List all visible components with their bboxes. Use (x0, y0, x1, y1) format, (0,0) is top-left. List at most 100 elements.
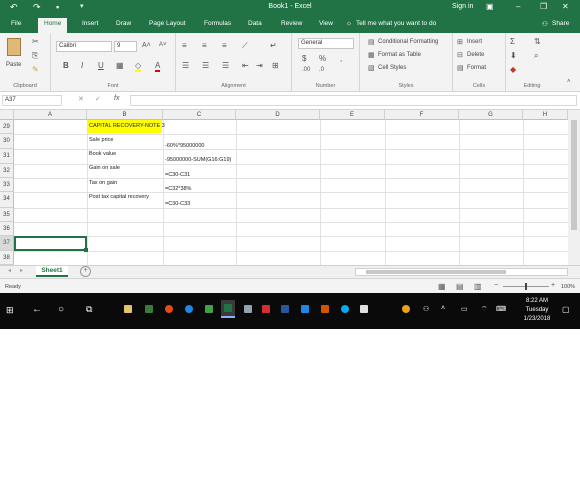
column-header-c[interactable]: C (163, 110, 236, 120)
keyboard-icon[interactable]: ⌨ (496, 305, 506, 313)
autosum-icon[interactable]: Σ (510, 37, 515, 46)
zoom-in-icon[interactable]: + (551, 282, 555, 289)
horizontal-scroll-thumb[interactable] (366, 270, 506, 274)
row-header-36[interactable]: 36 (0, 222, 14, 236)
align-right-icon[interactable]: ☰ (222, 61, 229, 70)
cortana-circle-icon[interactable]: ○ (58, 304, 64, 315)
name-box[interactable]: A37 (2, 95, 62, 106)
column-header-h[interactable]: H (523, 110, 568, 120)
row-header-35[interactable]: 35 (0, 208, 14, 222)
column-header-d[interactable]: D (236, 110, 320, 120)
row-header-37[interactable]: 37 (0, 236, 14, 251)
tab-view[interactable]: View (319, 20, 333, 27)
comma-icon[interactable]: , (340, 54, 342, 63)
currency-icon[interactable]: $ (302, 54, 306, 63)
zoom-slider-handle[interactable] (525, 283, 527, 290)
cancel-entry-icon[interactable]: ✕ (78, 95, 84, 103)
excel-taskbar-active[interactable] (221, 300, 235, 318)
cell-c33[interactable]: =C32*38% (165, 186, 191, 192)
outdent-icon[interactable]: ⇥ (256, 61, 263, 70)
bold-icon[interactable]: B (63, 61, 69, 70)
zoom-out-icon[interactable]: − (494, 282, 498, 289)
sheet-tab-sheet1[interactable]: Sheet1 (36, 266, 68, 277)
network-people-icon[interactable]: ⚇ (423, 305, 429, 313)
align-left-icon[interactable]: ☰ (182, 61, 189, 70)
fill-color-icon[interactable]: ◇ (135, 61, 142, 72)
tell-me-input[interactable]: Tell me what you want to do (356, 20, 436, 27)
copy-icon[interactable]: ⎘ (32, 51, 38, 61)
vertical-scroll-thumb[interactable] (571, 120, 577, 230)
borders-icon[interactable]: ▦ (116, 61, 124, 70)
merge-center-icon[interactable]: ⊞ (272, 61, 279, 70)
scroll-left-icon[interactable]: ◂ (8, 267, 11, 274)
grow-font-icon[interactable]: A˄ (142, 42, 151, 49)
app-icon[interactable] (244, 305, 252, 313)
format-cells-button[interactable]: Format (467, 65, 486, 71)
row-header-31[interactable]: 31 (0, 149, 14, 164)
cell-c30[interactable]: -60%*95000000 (165, 143, 204, 149)
sign-in-link[interactable]: Sign in (452, 3, 473, 10)
insert-cells-button[interactable]: Insert (467, 39, 482, 45)
task-view-icon[interactable]: ⧉ (86, 304, 92, 315)
column-header-a[interactable]: A (14, 110, 87, 120)
cell-c34[interactable]: =C30-C33 (165, 201, 190, 207)
maximize-icon[interactable]: ❐ (540, 2, 547, 11)
wrap-text-icon[interactable]: ↵ (270, 41, 277, 50)
start-windows-icon[interactable]: ⊞ (6, 305, 14, 316)
align-middle-icon[interactable]: ≡ (202, 41, 207, 50)
font-size-select[interactable]: 9 (114, 41, 137, 52)
zoom-level[interactable]: 100% (561, 284, 575, 290)
ribbon-display-icon[interactable]: ▣ (486, 2, 494, 11)
paste-icon[interactable] (7, 38, 21, 56)
tab-insert[interactable]: Insert (82, 20, 98, 27)
clock-time[interactable]: 8:22 AM (517, 298, 557, 304)
insert-function-icon[interactable]: fx (114, 95, 119, 102)
tab-formulas[interactable]: Formulas (204, 20, 231, 27)
align-top-icon[interactable]: ≡ (182, 41, 187, 50)
tab-file[interactable]: File (11, 20, 21, 27)
tab-home[interactable]: Home (38, 18, 68, 33)
find-select-icon[interactable]: ⌕ (534, 51, 538, 61)
align-bottom-icon[interactable]: ≡ (222, 41, 227, 50)
pdf-icon[interactable] (262, 305, 270, 313)
horizontal-scrollbar[interactable] (355, 268, 568, 276)
cut-icon[interactable]: ✂ (32, 37, 39, 46)
column-header-e[interactable]: E (320, 110, 385, 120)
row-header-29[interactable]: 29 (0, 120, 14, 134)
word-icon[interactable] (281, 305, 289, 313)
increase-decimal-icon[interactable]: .00 (302, 67, 310, 73)
people-icon[interactable] (402, 305, 410, 313)
shrink-font-icon[interactable]: A˅ (159, 42, 167, 48)
row-header-32[interactable]: 32 (0, 164, 14, 178)
column-header-g[interactable]: G (459, 110, 523, 120)
fill-handle[interactable] (84, 248, 88, 252)
row-header-33[interactable]: 33 (0, 178, 14, 192)
skype-icon[interactable] (341, 305, 349, 313)
selected-cell-a37[interactable] (14, 236, 87, 251)
share-button[interactable]: Share (552, 20, 569, 27)
column-header-b[interactable]: B (87, 110, 163, 120)
column-header-f[interactable]: F (385, 110, 459, 120)
clock-date[interactable]: 1/23/2018 (517, 316, 557, 322)
page-layout-view-icon[interactable]: ▤ (456, 282, 464, 291)
cell-b31[interactable]: Book value (89, 151, 116, 157)
collapse-ribbon-icon[interactable]: ˄ (567, 79, 571, 85)
conditional-formatting-button[interactable]: Conditional Formatting (378, 39, 438, 45)
calculator-icon[interactable] (145, 305, 153, 313)
confirm-entry-icon[interactable]: ✓ (95, 95, 101, 103)
close-icon[interactable]: ✕ (562, 2, 569, 11)
battery-icon[interactable]: ▭ (461, 305, 468, 313)
fill-icon[interactable]: ⬇ (510, 51, 517, 60)
underline-icon[interactable]: U (98, 61, 104, 70)
chrome-icon[interactable] (165, 305, 173, 313)
align-center-icon[interactable]: ☰ (202, 61, 209, 70)
powerpoint-icon[interactable] (321, 305, 329, 313)
tab-review[interactable]: Review (281, 20, 302, 27)
page-break-view-icon[interactable]: ▥ (474, 282, 482, 291)
cell-b30[interactable]: Sale price (89, 137, 113, 143)
spreadsheet-grid[interactable]: A B C D E F G H 29 30 31 32 33 34 35 36 … (0, 110, 580, 265)
clear-icon[interactable]: ◆ (510, 65, 516, 74)
font-name-select[interactable]: Calibri (56, 41, 112, 52)
cell-b33[interactable]: Tax on gain (89, 180, 117, 186)
format-painter-icon[interactable]: ✎ (32, 65, 39, 74)
